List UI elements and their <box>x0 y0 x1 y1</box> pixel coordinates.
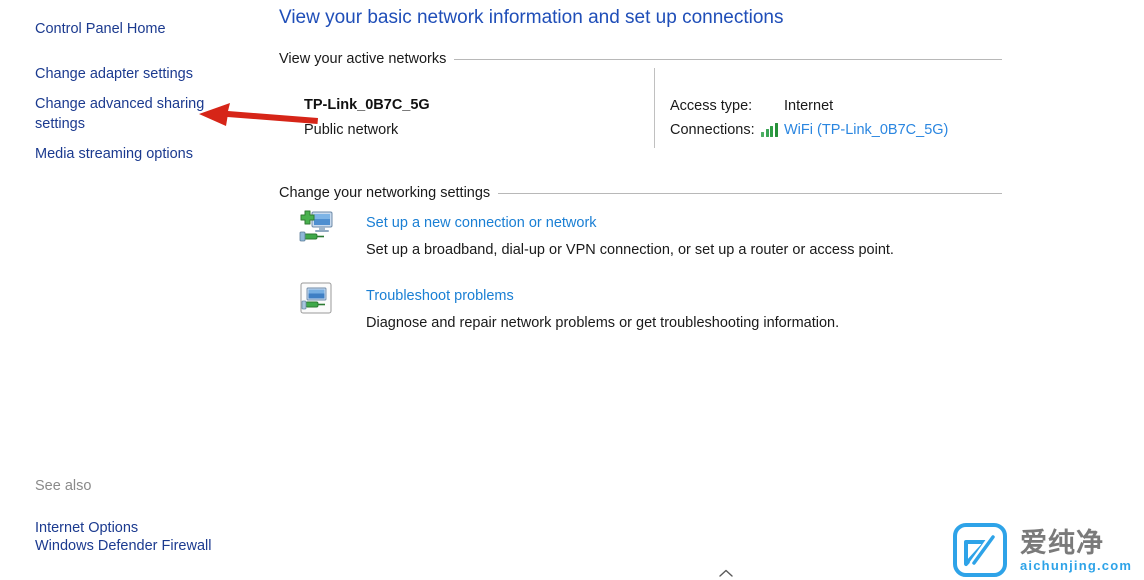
section-header-active-networks: View your active networks <box>279 49 1002 69</box>
link-troubleshoot-problems[interactable]: Troubleshoot problems <box>366 286 514 306</box>
main-content: View your basic network information and … <box>278 0 1144 580</box>
connection-link-wifi[interactable]: WiFi (TP-Link_0B7C_5G) <box>784 120 948 140</box>
troubleshoot-icon <box>300 282 332 314</box>
section-divider <box>498 192 1002 194</box>
watermark: 爱纯净 aichunjing.com <box>952 522 1138 578</box>
section-header-change-settings-label: Change your networking settings <box>279 185 491 201</box>
description-troubleshoot-problems: Diagnose and repair network problems or … <box>366 315 840 331</box>
access-type-label: Access type: <box>670 98 753 114</box>
description-setup-new-connection: Set up a broadband, dial-up or VPN conne… <box>366 242 894 258</box>
chevron-up-icon[interactable] <box>718 568 734 578</box>
new-connection-icon <box>299 210 333 242</box>
link-setup-new-connection[interactable]: Set up a new connection or network <box>366 213 597 233</box>
sidebar-item-control-panel-home[interactable]: Control Panel Home <box>35 19 166 39</box>
sidebar: Control Panel Home Change adapter settin… <box>0 0 278 580</box>
connections-label: Connections: <box>670 122 755 138</box>
section-header-change-settings: Change your networking settings <box>279 183 1002 203</box>
active-network-profile: Public network <box>304 122 399 138</box>
see-also-heading: See also <box>35 478 92 494</box>
page-title: View your basic network information and … <box>279 7 784 28</box>
network-and-sharing-center-page: Control Panel Home Change adapter settin… <box>0 0 1144 580</box>
access-type-value: Internet <box>784 98 834 114</box>
vertical-divider <box>654 68 655 148</box>
sidebar-item-change-advanced-sharing-settings[interactable]: Change advanced sharing settings <box>35 94 225 134</box>
watermark-site-text: aichunjing.com <box>1020 557 1133 573</box>
watermark-text: 爱纯净 aichunjing.com <box>1020 528 1132 573</box>
sidebar-item-media-streaming-options[interactable]: Media streaming options <box>35 144 193 164</box>
active-network-name: TP-Link_0B7C_5G <box>304 97 430 113</box>
connections-value: WiFi (TP-Link_0B7C_5G) <box>761 120 948 140</box>
wifi-signal-bars-icon <box>761 123 779 137</box>
sidebar-item-change-adapter-settings[interactable]: Change adapter settings <box>35 64 193 84</box>
section-header-active-networks-label: View your active networks <box>279 51 447 67</box>
aichunjing-logo-icon <box>953 523 1007 577</box>
sidebar-item-windows-defender-firewall[interactable]: Windows Defender Firewall <box>35 536 211 556</box>
sidebar-item-internet-options[interactable]: Internet Options <box>35 518 138 538</box>
section-divider <box>454 58 1002 60</box>
watermark-chinese-text: 爱纯净 <box>1020 527 1104 558</box>
